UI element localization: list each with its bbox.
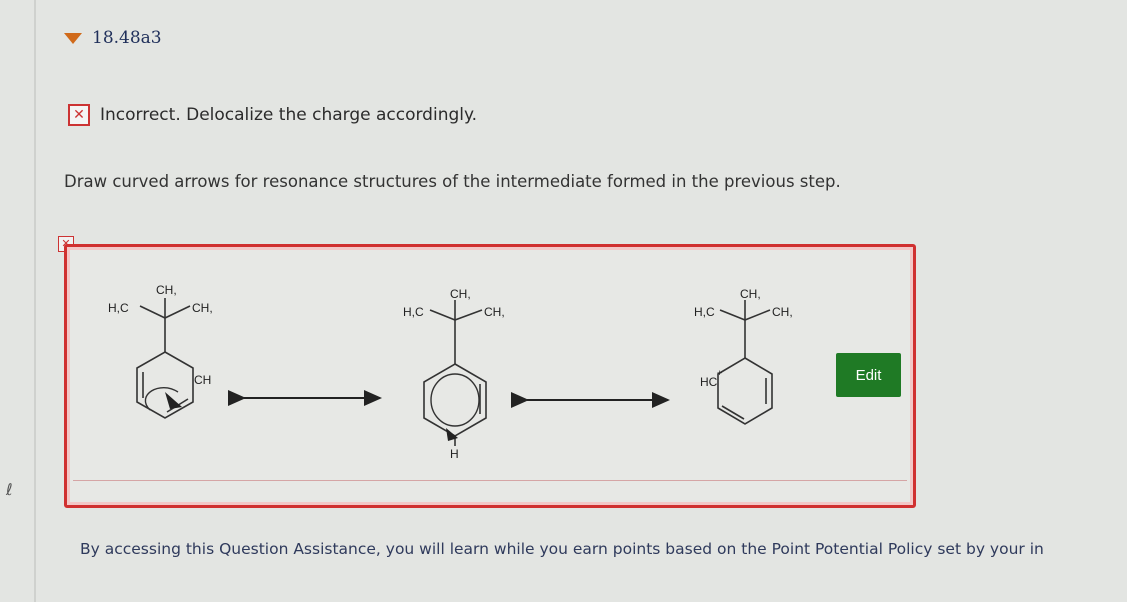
structure-2-left-group: H,C — [403, 305, 424, 319]
structure-3-right-group: CH, — [772, 305, 793, 319]
question-assistance-notice: By accessing this Question Assistance, y… — [80, 540, 1044, 558]
structure-1-ring-label: CH — [194, 373, 211, 387]
structure-2-top-group: CH, — [450, 287, 471, 301]
edit-button[interactable]: Edit — [836, 353, 901, 397]
structure-1-left-group: H,C — [108, 301, 129, 315]
structure-1-right-group: CH, — [192, 301, 213, 315]
structure-1 — [136, 298, 194, 419]
structure-3-charge: + — [717, 368, 722, 378]
structure-1-top-group: CH, — [156, 283, 177, 297]
structure-3-top-group: CH, — [740, 287, 761, 301]
structure-2-ring-label: H — [450, 447, 459, 461]
resonance-structures: CH, H,C CH, CH CH, H,C CH, H CH, H,C CH,… — [108, 283, 793, 461]
structure-3-left-group: H,C — [694, 305, 715, 319]
structure-2 — [423, 300, 487, 446]
structure-2-right-group: CH, — [484, 305, 505, 319]
structure-3 — [717, 300, 773, 425]
structure-3-ring-label: HC — [700, 375, 718, 389]
